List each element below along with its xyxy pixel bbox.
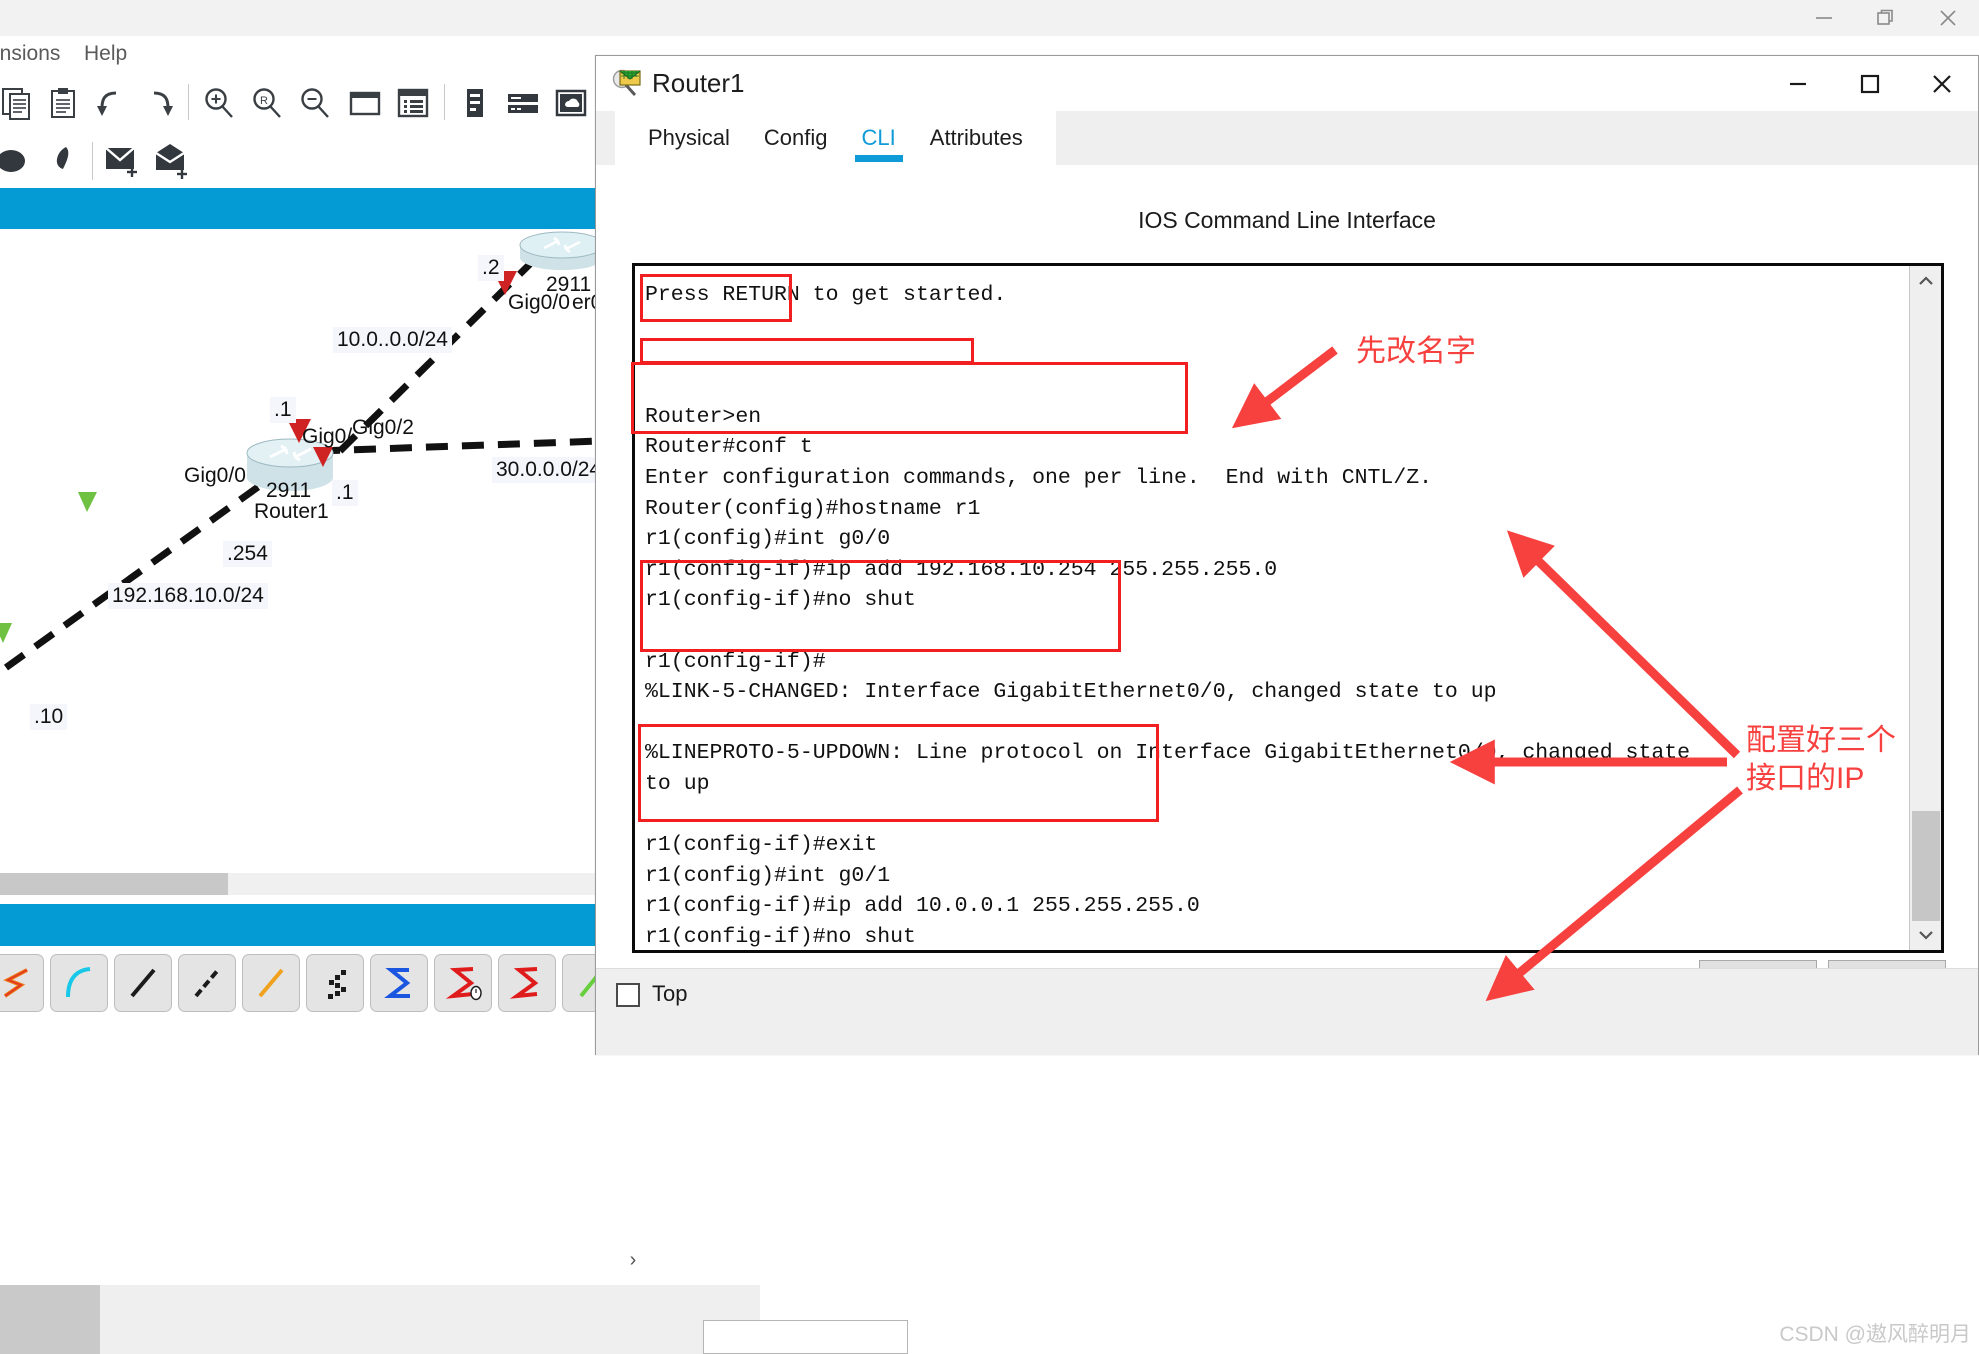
toolbar-divider-2 <box>444 84 445 120</box>
palette-window-icon[interactable] <box>342 80 388 126</box>
topology-ip-suffix-g00: .254 <box>223 541 272 567</box>
device-category-panel[interactable] <box>0 1285 100 1354</box>
router-dialog-footer: Top <box>596 968 1978 1055</box>
cli-panel-title: IOS Command Line Interface <box>1138 207 1436 233</box>
topology-interface-g00: Gig0/0 <box>184 464 246 487</box>
workspace-header-bar <box>0 188 600 229</box>
cli-scroll-thumb[interactable] <box>1912 811 1940 921</box>
copy-icon[interactable] <box>0 80 40 126</box>
packet-tracer-device-icon <box>611 67 643 99</box>
select-ellipse-icon[interactable] <box>0 138 34 184</box>
topology-endpoint-suffix: .10 <box>30 704 68 730</box>
topology-interface-g0: Gig0/ <box>302 425 353 448</box>
cli-vertical-scrollbar[interactable] <box>1909 266 1941 950</box>
toolbar-divider <box>188 84 189 120</box>
add-simple-pdu-icon[interactable] <box>100 138 146 184</box>
topology-network-30: 30.0.0.0/24 <box>492 457 606 483</box>
topology-name-center: Router1 <box>254 500 329 523</box>
paste-icon[interactable] <box>40 80 86 126</box>
connection-fiber-button[interactable] <box>242 954 300 1012</box>
topology-interface-top: Gig0/0 <box>508 291 570 314</box>
zoom-out-icon[interactable] <box>292 80 338 126</box>
cli-output-frame[interactable]: Press RETURN to get started. Router>en R… <box>632 263 1944 953</box>
topology-canvas[interactable] <box>0 229 600 869</box>
svg-text:R: R <box>260 95 268 107</box>
router-dialog-titlebar: Router1 <box>596 56 1978 112</box>
device-search-box[interactable] <box>703 1320 908 1354</box>
router-device-top <box>519 231 600 270</box>
router-dialog-body: IOS Command Line Interface Press RETURN … <box>596 165 1978 1054</box>
router-dialog-title: Router1 <box>652 68 745 98</box>
router-dialog-tabstrip: Physical Config CLI Attributes <box>596 111 1978 165</box>
topology-network-192: 192.168.10.0/24 <box>108 583 268 609</box>
server-stack-icon[interactable] <box>500 80 546 126</box>
connection-serial-dte-button[interactable] <box>498 954 556 1012</box>
router-dialog-maximize-button[interactable] <box>1834 56 1906 111</box>
rack-icon[interactable] <box>452 80 498 126</box>
custom-devices-icon[interactable] <box>390 80 436 126</box>
app-minimize-button[interactable] <box>1793 0 1855 36</box>
zoom-reset-icon[interactable]: R <box>244 80 290 126</box>
add-complex-pdu-icon[interactable] <box>148 138 194 184</box>
redo-icon[interactable] <box>136 80 182 126</box>
workspace-footer-bar <box>0 904 600 946</box>
device-selection-panel[interactable] <box>100 1285 760 1354</box>
tab-attributes[interactable]: Attributes <box>913 111 1040 165</box>
router-dialog-close-button[interactable] <box>1906 56 1978 111</box>
tab-cli[interactable]: CLI <box>845 111 913 165</box>
chevron-right-icon[interactable]: › <box>620 1245 646 1275</box>
canvas-scroll-thumb[interactable] <box>0 873 228 895</box>
connection-automatic-button[interactable] <box>0 954 44 1012</box>
menu-item-help[interactable]: Help <box>84 42 127 66</box>
connection-console-button[interactable] <box>50 954 108 1012</box>
watermark: CSDN @遨风醉明月 <box>1779 1323 1971 1346</box>
connection-copper-crossover-button[interactable] <box>178 954 236 1012</box>
app-close-button[interactable] <box>1917 0 1979 36</box>
zoom-in-icon[interactable] <box>196 80 242 126</box>
app-titlebar <box>0 0 1979 37</box>
chevron-down-icon[interactable] <box>1910 920 1941 950</box>
undo-icon[interactable] <box>88 80 134 126</box>
router-dialog-minimize-button[interactable] <box>1762 56 1834 111</box>
link-status-arrow <box>78 492 97 512</box>
top-checkbox[interactable] <box>616 983 640 1007</box>
topology-ip-suffix-top: .2 <box>478 255 504 281</box>
router-dialog-window: Router1 Physical Config CLI Attributes I… <box>595 55 1979 1055</box>
connection-copper-straight-button[interactable] <box>114 954 172 1012</box>
connection-coaxial-button[interactable] <box>370 954 428 1012</box>
cloud-device-icon[interactable] <box>548 80 594 126</box>
topology-ip-suffix-g02: .1 <box>332 480 358 506</box>
link-status-arrow <box>0 623 12 643</box>
topology-ip-suffix-g01: .1 <box>270 397 296 423</box>
top-checkbox-label: Top <box>652 981 688 1006</box>
tab-config[interactable]: Config <box>747 111 845 165</box>
chevron-up-icon[interactable] <box>1910 266 1941 296</box>
cli-output-text: Press RETURN to get started. Router>en R… <box>645 282 1691 949</box>
connection-serial-dce-button[interactable] <box>434 954 492 1012</box>
topology-interface-g02: Gig0/2 <box>352 416 414 439</box>
topology-network-10: 10.0..0.0/24 <box>333 327 452 353</box>
tab-physical[interactable]: Physical <box>631 111 747 165</box>
toolbar-divider-3 <box>92 142 93 180</box>
app-restore-button[interactable] <box>1855 0 1917 36</box>
connection-type-toolbar <box>0 946 620 1046</box>
menu-item-extensions[interactable]: ensions <box>0 42 60 66</box>
inspect-icon[interactable] <box>40 138 86 184</box>
connection-phone-button[interactable] <box>306 954 364 1012</box>
